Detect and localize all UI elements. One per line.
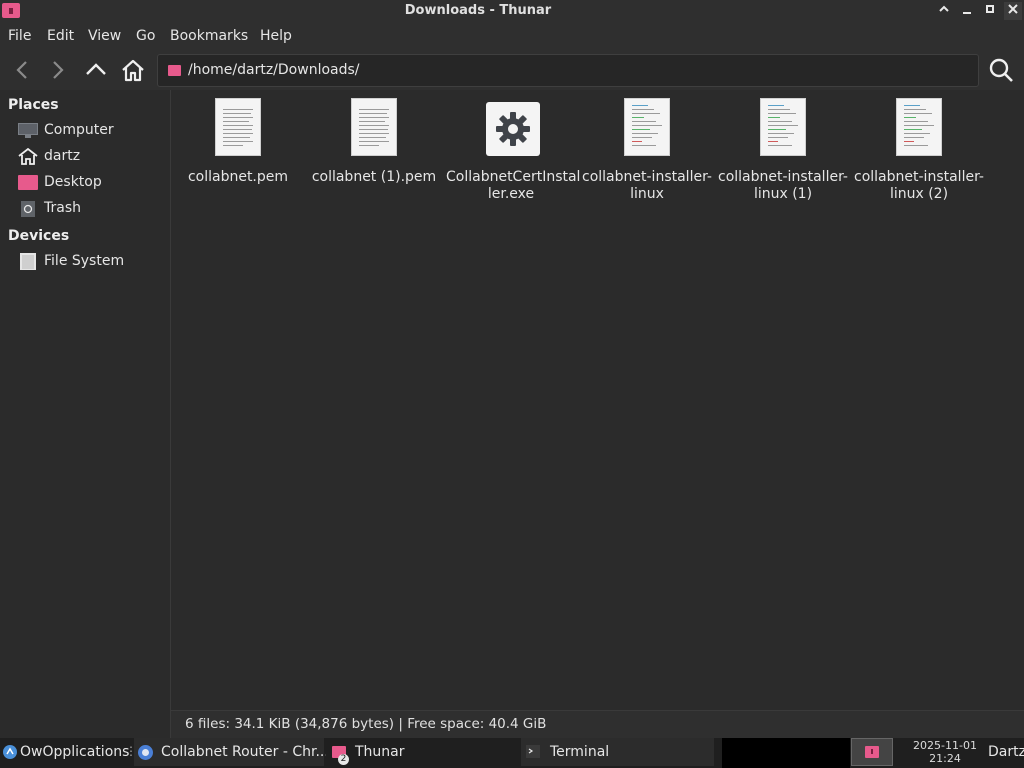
clock-date: 2025-11-01 [913, 739, 977, 752]
task-label: Terminal [550, 744, 610, 760]
forward-button[interactable] [44, 56, 72, 84]
minimize-button[interactable] [958, 2, 976, 20]
sidebar-item-label: File System [44, 253, 125, 269]
sidebar-item-label: Desktop [44, 174, 102, 190]
file-name: collabnet-installer-linux (1) [718, 169, 848, 202]
home-button[interactable] [119, 56, 147, 84]
chevron-up-icon [939, 5, 949, 12]
task-count-badge: 2 [338, 754, 349, 765]
search-button[interactable] [987, 56, 1015, 84]
search-icon [989, 58, 1013, 82]
file-item[interactable]: collabnet.pem [173, 96, 303, 206]
sidebar-item-trash[interactable]: Trash [0, 196, 168, 222]
menu-go[interactable]: Go [136, 28, 155, 44]
script-file-icon [624, 98, 670, 156]
status-bar: 6 files: 34.1 KiB (34,876 bytes) | Free … [171, 710, 1024, 739]
file-item[interactable]: collabnet-installer-linux [582, 96, 712, 206]
menu-help[interactable]: Help [260, 28, 292, 44]
gear-icon [496, 112, 530, 146]
file-name: collabnet-installer-linux [582, 169, 712, 202]
back-button[interactable] [8, 56, 36, 84]
sidebar-item-label: Trash [44, 200, 81, 216]
sidebar-item-file-system[interactable]: File System [0, 249, 168, 275]
applications-menu-button[interactable]: OwOpplications ⋮ [0, 738, 137, 766]
user-name[interactable]: Dartz [988, 744, 1024, 760]
task-label: Collabnet Router - Chr... [161, 744, 329, 760]
file-view[interactable]: collabnet.pem collabnet (1).pem Collabne… [171, 90, 1024, 710]
drive-icon [20, 253, 36, 270]
menu-file[interactable]: File [8, 28, 31, 44]
terminal-icon [526, 745, 540, 758]
file-name: collabnet.pem [187, 169, 289, 185]
clock[interactable]: 2025-11-01 21:24 [898, 739, 992, 765]
toolbar: /home/dartz/Downloads/ [0, 50, 1024, 90]
title-bar: Downloads - Thunar [0, 0, 1024, 22]
desktop-folder-icon [18, 175, 38, 190]
task-chrome[interactable]: Collabnet Router - Chr... [134, 738, 329, 766]
back-arrow-icon [16, 61, 27, 79]
taskbar: OwOpplications ⋮ Collabnet Router - Chr.… [0, 738, 1024, 768]
file-item[interactable]: collabnet-installer-linux (1) [718, 96, 848, 206]
minimize-icon [963, 12, 971, 14]
status-text: 6 files: 34.1 KiB (34,876 bytes) | Free … [185, 716, 547, 732]
task-thunar[interactable]: 2 Thunar [326, 738, 516, 766]
sidebar-item-dartz[interactable]: dartz [0, 144, 168, 170]
maximize-icon [986, 5, 994, 13]
file-name: CollabnetCertInstal ler.exe [446, 169, 581, 202]
folder-icon [168, 65, 181, 76]
close-icon [1008, 4, 1018, 14]
applications-menu-label: OwOpplications [20, 744, 130, 760]
text-file-icon [351, 98, 397, 156]
location-bar[interactable]: /home/dartz/Downloads/ [157, 54, 979, 87]
text-file-icon [215, 98, 261, 156]
file-name: collabnet-installer-linux (2) [854, 169, 984, 202]
menu-bookmarks[interactable]: Bookmarks [170, 28, 248, 44]
menu-view[interactable]: View [88, 28, 121, 44]
taskbar-spacer [722, 738, 850, 768]
task-terminal[interactable]: Terminal [521, 738, 714, 766]
close-button[interactable] [1004, 2, 1022, 20]
menu-edit[interactable]: Edit [47, 28, 74, 44]
task-label: Thunar [355, 744, 405, 760]
workspace-switcher[interactable] [851, 738, 893, 766]
shade-button[interactable] [935, 2, 953, 20]
parent-folder-button[interactable] [82, 56, 110, 84]
maximize-button[interactable] [981, 2, 999, 20]
chrome-icon [138, 745, 153, 760]
sidebar-item-desktop[interactable]: Desktop [0, 170, 168, 196]
file-item[interactable]: collabnet (1).pem [309, 96, 439, 206]
executable-file-icon [486, 102, 540, 156]
clock-time: 21:24 [929, 752, 961, 765]
sidebar: Places Computer dartz Desktop Trash Devi… [0, 90, 171, 738]
file-name: collabnet (1).pem [311, 169, 437, 185]
script-file-icon [896, 98, 942, 156]
location-path: /home/dartz/Downloads/ [188, 62, 360, 78]
trash-icon [21, 201, 35, 217]
sidebar-item-computer[interactable]: Computer [0, 118, 168, 144]
script-file-icon [760, 98, 806, 156]
forward-arrow-icon [53, 61, 64, 79]
sidebar-item-label: Computer [44, 122, 114, 138]
home-icon [122, 59, 144, 82]
sidebar-item-label: dartz [44, 148, 81, 164]
up-arrow-icon [86, 63, 106, 75]
places-header: Places [8, 97, 59, 113]
folder-icon [865, 746, 879, 758]
home-icon [18, 148, 38, 165]
devices-header: Devices [8, 228, 70, 244]
window-title: Downloads - Thunar [404, 3, 552, 18]
menu-bar: File Edit View Go Bookmarks Help [0, 22, 1024, 50]
app-menu-icon [3, 745, 17, 759]
file-item[interactable]: CollabnetCertInstal ler.exe [446, 96, 581, 206]
file-item[interactable]: collabnet-installer-linux (2) [854, 96, 984, 206]
computer-icon [18, 123, 38, 138]
